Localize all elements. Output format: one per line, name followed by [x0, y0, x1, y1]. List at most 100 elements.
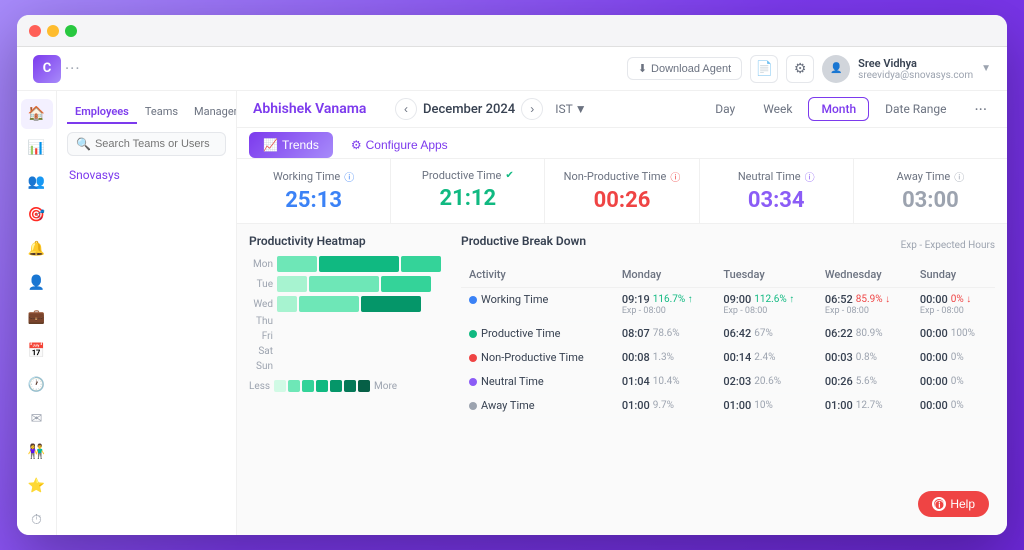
col-tuesday: Tuesday	[715, 262, 817, 288]
heatmap-title: Productivity Heatmap	[249, 234, 449, 248]
prev-date-button[interactable]: ‹	[395, 98, 417, 120]
activity-label: Working Time	[481, 293, 548, 306]
configure-apps-button[interactable]: ⚙ Configure Apps	[341, 132, 458, 158]
col-sunday: Sunday	[912, 262, 995, 288]
sidebar-icon-clock[interactable]: 🕐	[21, 370, 53, 400]
sidebar-icon-bell[interactable]: 🔔	[21, 234, 53, 264]
time-value: 01:00	[622, 399, 650, 412]
sidebar-icon-target[interactable]: 🎯	[21, 201, 53, 231]
stat-nonproductive-label: Non-Productive Time ⓘ	[561, 169, 682, 184]
avatar: 👤	[822, 55, 850, 83]
tab-employees[interactable]: Employees	[67, 101, 137, 124]
stat-working-value: 25:13	[253, 188, 374, 213]
time-value: 00:00	[920, 399, 948, 412]
pct-value: 0.8%	[856, 352, 877, 363]
minimize-button[interactable]	[47, 25, 59, 37]
settings-icon-button[interactable]: ⚙	[786, 55, 814, 83]
logo-dots: ···	[65, 59, 81, 78]
user-name: Sree Vidhya	[858, 57, 973, 70]
next-date-button[interactable]: ›	[521, 98, 543, 120]
sidebar-icon-send[interactable]: ✉	[21, 404, 53, 434]
team-item-snovasys[interactable]: Snovasys	[57, 164, 236, 186]
pct-value: 0% ↓	[951, 294, 971, 305]
help-button[interactable]: ⓘ Help	[918, 491, 989, 517]
col-activity: Activity	[461, 262, 614, 288]
document-icon-button[interactable]: 📄	[750, 55, 778, 83]
more-options-button[interactable]: ···	[970, 100, 991, 119]
pct-value: 0%	[951, 376, 964, 387]
activity-dot	[469, 402, 477, 410]
heatmap-day-label: Thu	[249, 316, 273, 327]
table-cell-wednesday: 06:22 80.9%	[817, 322, 912, 346]
pct-value: 67%	[754, 328, 773, 339]
search-input[interactable]	[95, 138, 217, 150]
view-tab-week[interactable]: Week	[751, 98, 804, 120]
sidebar-icon-time[interactable]: ⏱	[21, 505, 53, 535]
heatmap-row: Fri	[249, 331, 449, 342]
logo-area: C ···	[33, 55, 213, 83]
table-cell-tuesday: 02:03 20.6%	[715, 370, 817, 394]
table-cell-wednesday: 00:26 5.6%	[817, 370, 912, 394]
stat-nonproductive-time: Non-Productive Time ⓘ 00:26	[545, 159, 699, 223]
stat-working-label: Working Time ⓘ	[253, 169, 374, 184]
table-cell-sunday: 00:00 0% ↓Exp - 08:00	[912, 288, 995, 322]
trends-tab-button[interactable]: 📈 Trends	[249, 132, 333, 158]
pct-value: 2.4%	[754, 352, 775, 363]
timezone-selector[interactable]: IST ▼	[555, 102, 586, 116]
heatmap-day-label: Tue	[249, 279, 273, 290]
table-header-row: Activity Monday Tuesday Wednesday Sunday	[461, 262, 995, 288]
sidebar-icons: 🏠 📊 👥 🎯 🔔 👤 💼 📅 🕐 ✉ 👫 ⭐ ⏱	[17, 91, 57, 535]
sidebar-icon-person[interactable]: 👤	[21, 268, 53, 298]
time-value: 08:07	[622, 327, 650, 340]
content-area: Productivity Heatmap MonTueWedThuFriSatS…	[237, 224, 1007, 535]
pct-value: 5.6%	[856, 376, 877, 387]
table-row: Away Time01:00 9.7%01:00 10%01:00 12.7%0…	[461, 394, 995, 418]
info-icon-productive: ✔	[505, 170, 513, 181]
table-cell-wednesday: 01:00 12.7%	[817, 394, 912, 418]
time-value: 00:00	[920, 351, 948, 364]
view-tab-month[interactable]: Month	[808, 97, 869, 121]
tab-managers[interactable]: Managers	[186, 101, 237, 124]
table-cell-wednesday: 06:52 85.9% ↓Exp - 08:00	[817, 288, 912, 322]
heatmap-row: Thu	[249, 316, 449, 327]
heatmap-section: Productivity Heatmap MonTueWedThuFriSatS…	[249, 234, 449, 525]
table-cell-monday: 09:19 116.7% ↑Exp - 08:00	[614, 288, 716, 322]
trends-icon: 📈	[263, 138, 278, 152]
sidebar-icon-users[interactable]: 👥	[21, 167, 53, 197]
download-agent-button[interactable]: ⬇ Download Agent	[627, 57, 742, 80]
view-tab-day[interactable]: Day	[703, 98, 747, 120]
user-dropdown-chevron[interactable]: ▼	[981, 63, 991, 74]
info-icon-neutral: ⓘ	[805, 169, 815, 184]
table-row: Productive Time08:07 78.6%06:42 67%06:22…	[461, 322, 995, 346]
activity-label: Neutral Time	[481, 375, 544, 388]
sidebar-icon-star[interactable]: ⭐	[21, 471, 53, 501]
view-tab-daterange[interactable]: Date Range	[873, 98, 958, 120]
close-button[interactable]	[29, 25, 41, 37]
pct-value: 85.9% ↓	[856, 294, 890, 305]
sidebar-icon-chart[interactable]: 📊	[21, 133, 53, 163]
maximize-button[interactable]	[65, 25, 77, 37]
time-value: 01:00	[825, 399, 853, 412]
selected-user-name: Abhishek Vanama	[253, 101, 383, 117]
topbar: Abhishek Vanama ‹ December 2024 › IST ▼ …	[237, 91, 1007, 128]
action-tabs-bar: 📈 Trends ⚙ Configure Apps	[237, 128, 1007, 159]
activity-dot	[469, 378, 477, 386]
sidebar-icon-calendar[interactable]: 📅	[21, 336, 53, 366]
table-cell-activity: Productive Time	[461, 322, 614, 346]
traffic-lights	[29, 25, 77, 37]
pct-value: 10%	[754, 400, 773, 411]
heatmap-day-label: Wed	[249, 299, 273, 310]
stat-nonproductive-value: 00:26	[561, 188, 682, 213]
exp-text: Exp - 08:00	[825, 306, 904, 316]
time-value: 01:00	[723, 399, 751, 412]
tab-teams[interactable]: Teams	[137, 101, 186, 124]
pct-value: 80.9%	[856, 328, 883, 339]
sidebar-icon-dashboard[interactable]: 🏠	[21, 99, 53, 129]
sidebar-icon-group[interactable]: 👫	[21, 437, 53, 467]
activity-label: Away Time	[481, 399, 535, 412]
nav-tabs: Employees Teams Managers	[57, 101, 236, 124]
stats-row: Working Time ⓘ 25:13 Productive Time ✔ 2…	[237, 159, 1007, 224]
sidebar-icon-briefcase[interactable]: 💼	[21, 302, 53, 332]
heatmap-row: Tue	[249, 276, 449, 292]
info-icon-nonproductive: ⓘ	[670, 169, 680, 184]
